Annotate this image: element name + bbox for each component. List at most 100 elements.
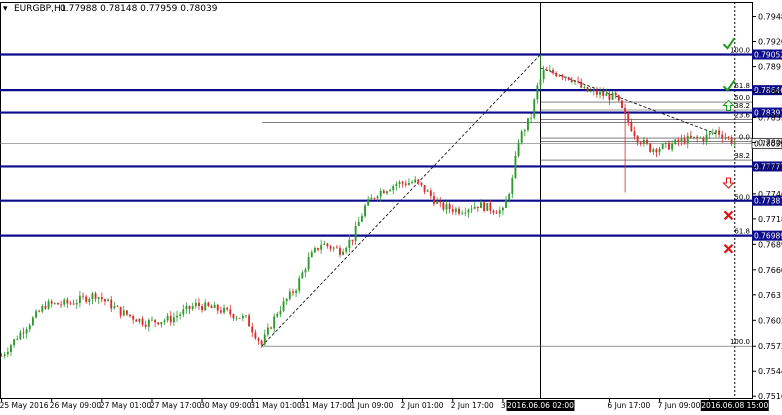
candle-body [191,306,194,309]
candle-body [75,302,78,305]
candle-body [213,304,216,308]
candle-body [367,199,370,206]
candle-body [520,131,523,143]
candle-body [702,137,705,142]
candle-body [310,252,313,258]
candle-body [141,318,144,325]
candle-body [66,299,69,304]
candle-body [683,138,686,144]
candle-body [542,70,545,80]
candle-body [624,107,627,114]
candle-body [266,327,269,335]
price-tag-label: 0.76989 [754,232,782,241]
candle-body [151,319,153,321]
candle-body [458,208,460,214]
y-tick-label: 0.78335 [758,113,782,122]
candle-body [41,306,44,312]
candle-body [545,70,548,71]
candle-body [223,307,225,313]
candle-body [78,295,81,303]
candle-body [25,329,28,334]
candle-body [442,202,445,210]
candle-body [69,303,72,305]
candle-body [498,210,501,214]
candle-body [592,90,595,92]
candle-body [154,319,157,323]
candle-body [668,142,670,150]
candle-body [548,70,551,71]
candle-body [483,202,486,211]
candle-body [382,190,385,194]
candle-body [602,91,605,96]
candle-body [586,87,589,92]
candle-body [138,318,141,322]
candle-body [401,181,404,184]
candle-body [514,155,517,178]
candle-body [476,206,479,209]
candle-body [357,221,360,226]
candle-body [677,139,680,143]
candle-body [555,73,558,77]
candle-body [94,293,97,299]
candle-body [414,179,417,183]
x-highlight-label: 2016.06.06 02:00 [507,401,574,410]
candle-body [207,302,210,307]
candle-body [248,315,251,327]
candle-body [169,315,172,323]
y-tick-label: 0.78630 [758,88,782,97]
candle-body [564,77,567,78]
candle-body [652,149,655,152]
candle-body [116,306,119,307]
candle-body [19,332,22,340]
header-dropdown-icon[interactable]: ▾ [3,4,8,14]
candle-body [614,92,617,96]
candle-body [320,244,323,250]
candle-body [470,208,473,210]
candle-body [696,136,699,138]
x-tick-label: 6 Jun 17:00 [607,401,650,410]
y-tick-label: 0.75730 [758,342,782,351]
candle-body [633,131,636,137]
candle-body [730,137,733,144]
candle-body [204,302,207,311]
candle-body [119,306,122,316]
price-tag-label: 0.79052 [754,51,782,60]
chart-svg[interactable]: 100.061.850.061.8100.050.038.223.60.038.… [0,0,782,411]
y-tick-label: 0.75160 [758,392,782,401]
x-tick-label: 1 Jun 09:00 [351,401,394,410]
candle-body [718,130,721,135]
candle-body [552,70,554,74]
candle-body [370,197,373,200]
trading-chart[interactable]: 100.0 61.8 50.0 61.8 100.0 50.0 38.2 23.6 0.0 38.… [0,0,782,411]
candle-body [404,183,407,186]
x-tick-label: 26 May 09:00 [50,401,102,410]
candle-body [411,182,413,184]
candle-body [339,247,341,255]
candle-body [229,309,232,315]
candle-body [664,142,667,144]
candle-body [517,142,520,156]
candle-body [486,203,489,211]
candle-body [53,302,56,304]
candle-body [185,305,188,310]
candle-body [323,243,326,245]
candle-body [6,351,9,355]
candle-body [235,317,238,319]
candle-body [107,299,110,302]
candle-body [570,79,573,82]
candle-body [263,334,266,345]
x-tick-label: 7 Jun 09:00 [658,401,701,410]
candle-body [630,122,633,132]
candle-body [364,205,366,217]
candle-body [727,137,730,138]
candle-body [354,225,357,242]
y-tick-label: 0.79200 [758,38,782,47]
candle-body [627,113,630,123]
candle-body [577,81,580,83]
candle-body [260,340,263,345]
candle-body [680,138,683,143]
y-tick-label: 0.75445 [758,367,782,376]
x-tick-label: 2 Jun 17:00 [451,401,494,410]
candle-body [60,304,63,306]
candle-body [473,206,476,209]
